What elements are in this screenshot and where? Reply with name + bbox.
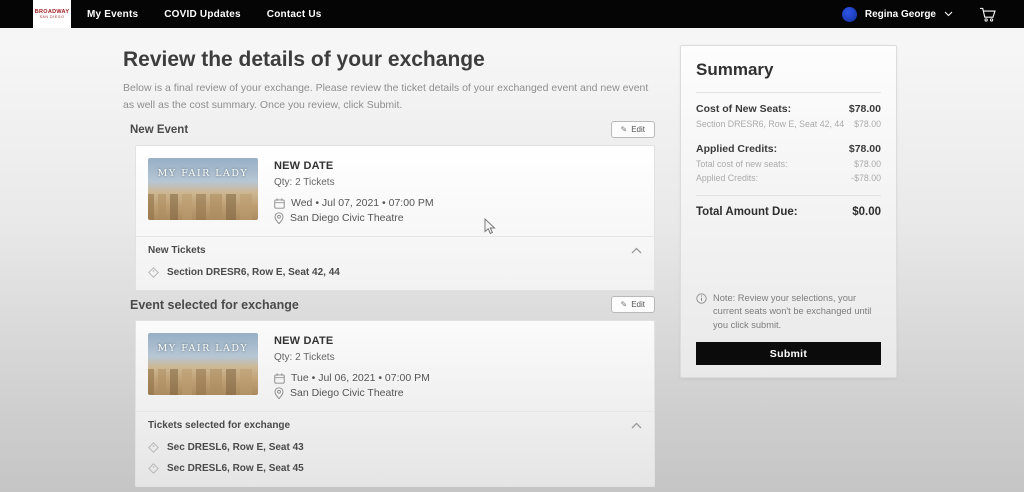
page-subtitle: Below is a final review of your exchange…: [123, 80, 658, 114]
nav-link-covid-updates[interactable]: COVID Updates: [164, 9, 241, 20]
applied-credits-value: $78.00: [849, 143, 881, 155]
exchange-tickets-header: Tickets selected for exchange: [148, 420, 290, 431]
total-amount-due-label: Total Amount Due:: [696, 206, 798, 218]
cart-icon[interactable]: [979, 7, 996, 22]
logo-subtext: SAN DIEGO: [40, 15, 65, 19]
ticket-quantity: Qty: 2 Tickets: [274, 352, 430, 363]
collapse-chevron-up-icon[interactable]: [631, 422, 642, 429]
new-date-badge: NEW DATE: [274, 335, 430, 347]
event-venue: San Diego Civic Theatre: [290, 387, 404, 399]
ticket-tag-icon: [148, 267, 159, 278]
pencil-icon: ✎: [621, 300, 628, 309]
info-icon: [696, 293, 707, 304]
calendar-icon: [274, 373, 285, 384]
exchange-event-card: MY FAIR LADY NEW DATE Qty: 2 Tickets Tue…: [135, 320, 655, 487]
ticket-seat-text: Sec DRESL6, Row E, Seat 43: [167, 442, 304, 453]
summary-title: Summary: [696, 60, 881, 80]
nav-link-contact-us[interactable]: Contact Us: [267, 9, 322, 20]
nav-link-my-events[interactable]: My Events: [87, 9, 138, 20]
ticket-seat-text: Sec DRESL6, Row E, Seat 45: [167, 463, 304, 474]
total-cost-sub-value: $78.00: [854, 159, 881, 169]
edit-label: Edit: [631, 125, 645, 134]
poster-title: MY FAIR LADY: [148, 168, 258, 179]
user-avatar[interactable]: [842, 7, 857, 22]
cost-new-seats-sub-value: $78.00: [854, 119, 881, 129]
mouse-cursor: [484, 218, 497, 235]
summary-panel: Summary Cost of New Seats: $78.00 Sectio…: [680, 45, 897, 378]
exchange-ticket-item: Sec DRESL6, Row E, Seat 43: [136, 437, 654, 458]
poster-title: MY FAIR LADY: [148, 343, 258, 354]
page-title: Review the details of your exchange: [123, 48, 485, 72]
ticket-tag-icon: [148, 442, 159, 453]
new-event-section-title: New Event: [130, 124, 188, 136]
logo-text: BROADWAY: [35, 9, 70, 16]
user-name[interactable]: Regina George: [865, 9, 936, 20]
event-venue: San Diego Civic Theatre: [290, 212, 404, 224]
main-content: Review the details of your exchange Belo…: [0, 28, 1024, 492]
edit-exchange-event-button[interactable]: ✎ Edit: [611, 296, 656, 313]
location-pin-icon: [274, 212, 284, 224]
ticket-quantity: Qty: 2 Tickets: [274, 177, 434, 188]
collapse-chevron-up-icon[interactable]: [631, 247, 642, 254]
review-note: Note: Review your selections, your curre…: [713, 292, 881, 332]
cost-new-seats-value: $78.00: [849, 103, 881, 115]
applied-credits-sub-value: -$78.00: [851, 173, 881, 183]
new-date-badge: NEW DATE: [274, 160, 434, 172]
total-amount-due-value: $0.00: [852, 206, 881, 218]
edit-new-event-button[interactable]: ✎ Edit: [611, 121, 656, 138]
new-ticket-item: Section DRESR6, Row E, Seat 42, 44: [136, 262, 654, 290]
pencil-icon: ✎: [621, 125, 628, 134]
cost-new-seats-label: Cost of New Seats:: [696, 103, 791, 115]
applied-credits-label: Applied Credits:: [696, 143, 777, 155]
broadway-san-diego-logo[interactable]: BROADWAY SAN DIEGO: [33, 0, 71, 28]
event-poster-my-fair-lady: MY FAIR LADY: [148, 333, 258, 395]
submit-button[interactable]: Submit: [696, 342, 881, 365]
new-tickets-header: New Tickets: [148, 245, 206, 256]
ticket-seat-text: Section DRESR6, Row E, Seat 42, 44: [167, 267, 340, 278]
new-event-card: MY FAIR LADY NEW DATE Qty: 2 Tickets Wed…: [135, 145, 655, 291]
event-datetime: Wed • Jul 07, 2021 • 07:00 PM: [291, 197, 434, 209]
applied-credits-sub-label: Applied Credits:: [696, 173, 758, 183]
cost-new-seats-sub-label: Section DRESR6, Row E, Seat 42, 44: [696, 119, 844, 129]
ticket-tag-icon: [148, 463, 159, 474]
exchange-event-section-title: Event selected for exchange: [130, 298, 299, 312]
event-datetime: Tue • Jul 06, 2021 • 07:00 PM: [291, 372, 430, 384]
chevron-down-icon[interactable]: [944, 11, 953, 17]
edit-label: Edit: [631, 300, 645, 309]
exchange-ticket-item: Sec DRESL6, Row E, Seat 45: [136, 458, 654, 486]
top-navbar: BROADWAY SAN DIEGO My Events COVID Updat…: [0, 0, 1024, 28]
total-cost-sub-label: Total cost of new seats:: [696, 159, 787, 169]
calendar-icon: [274, 198, 285, 209]
location-pin-icon: [274, 387, 284, 399]
event-poster-my-fair-lady: MY FAIR LADY: [148, 158, 258, 220]
